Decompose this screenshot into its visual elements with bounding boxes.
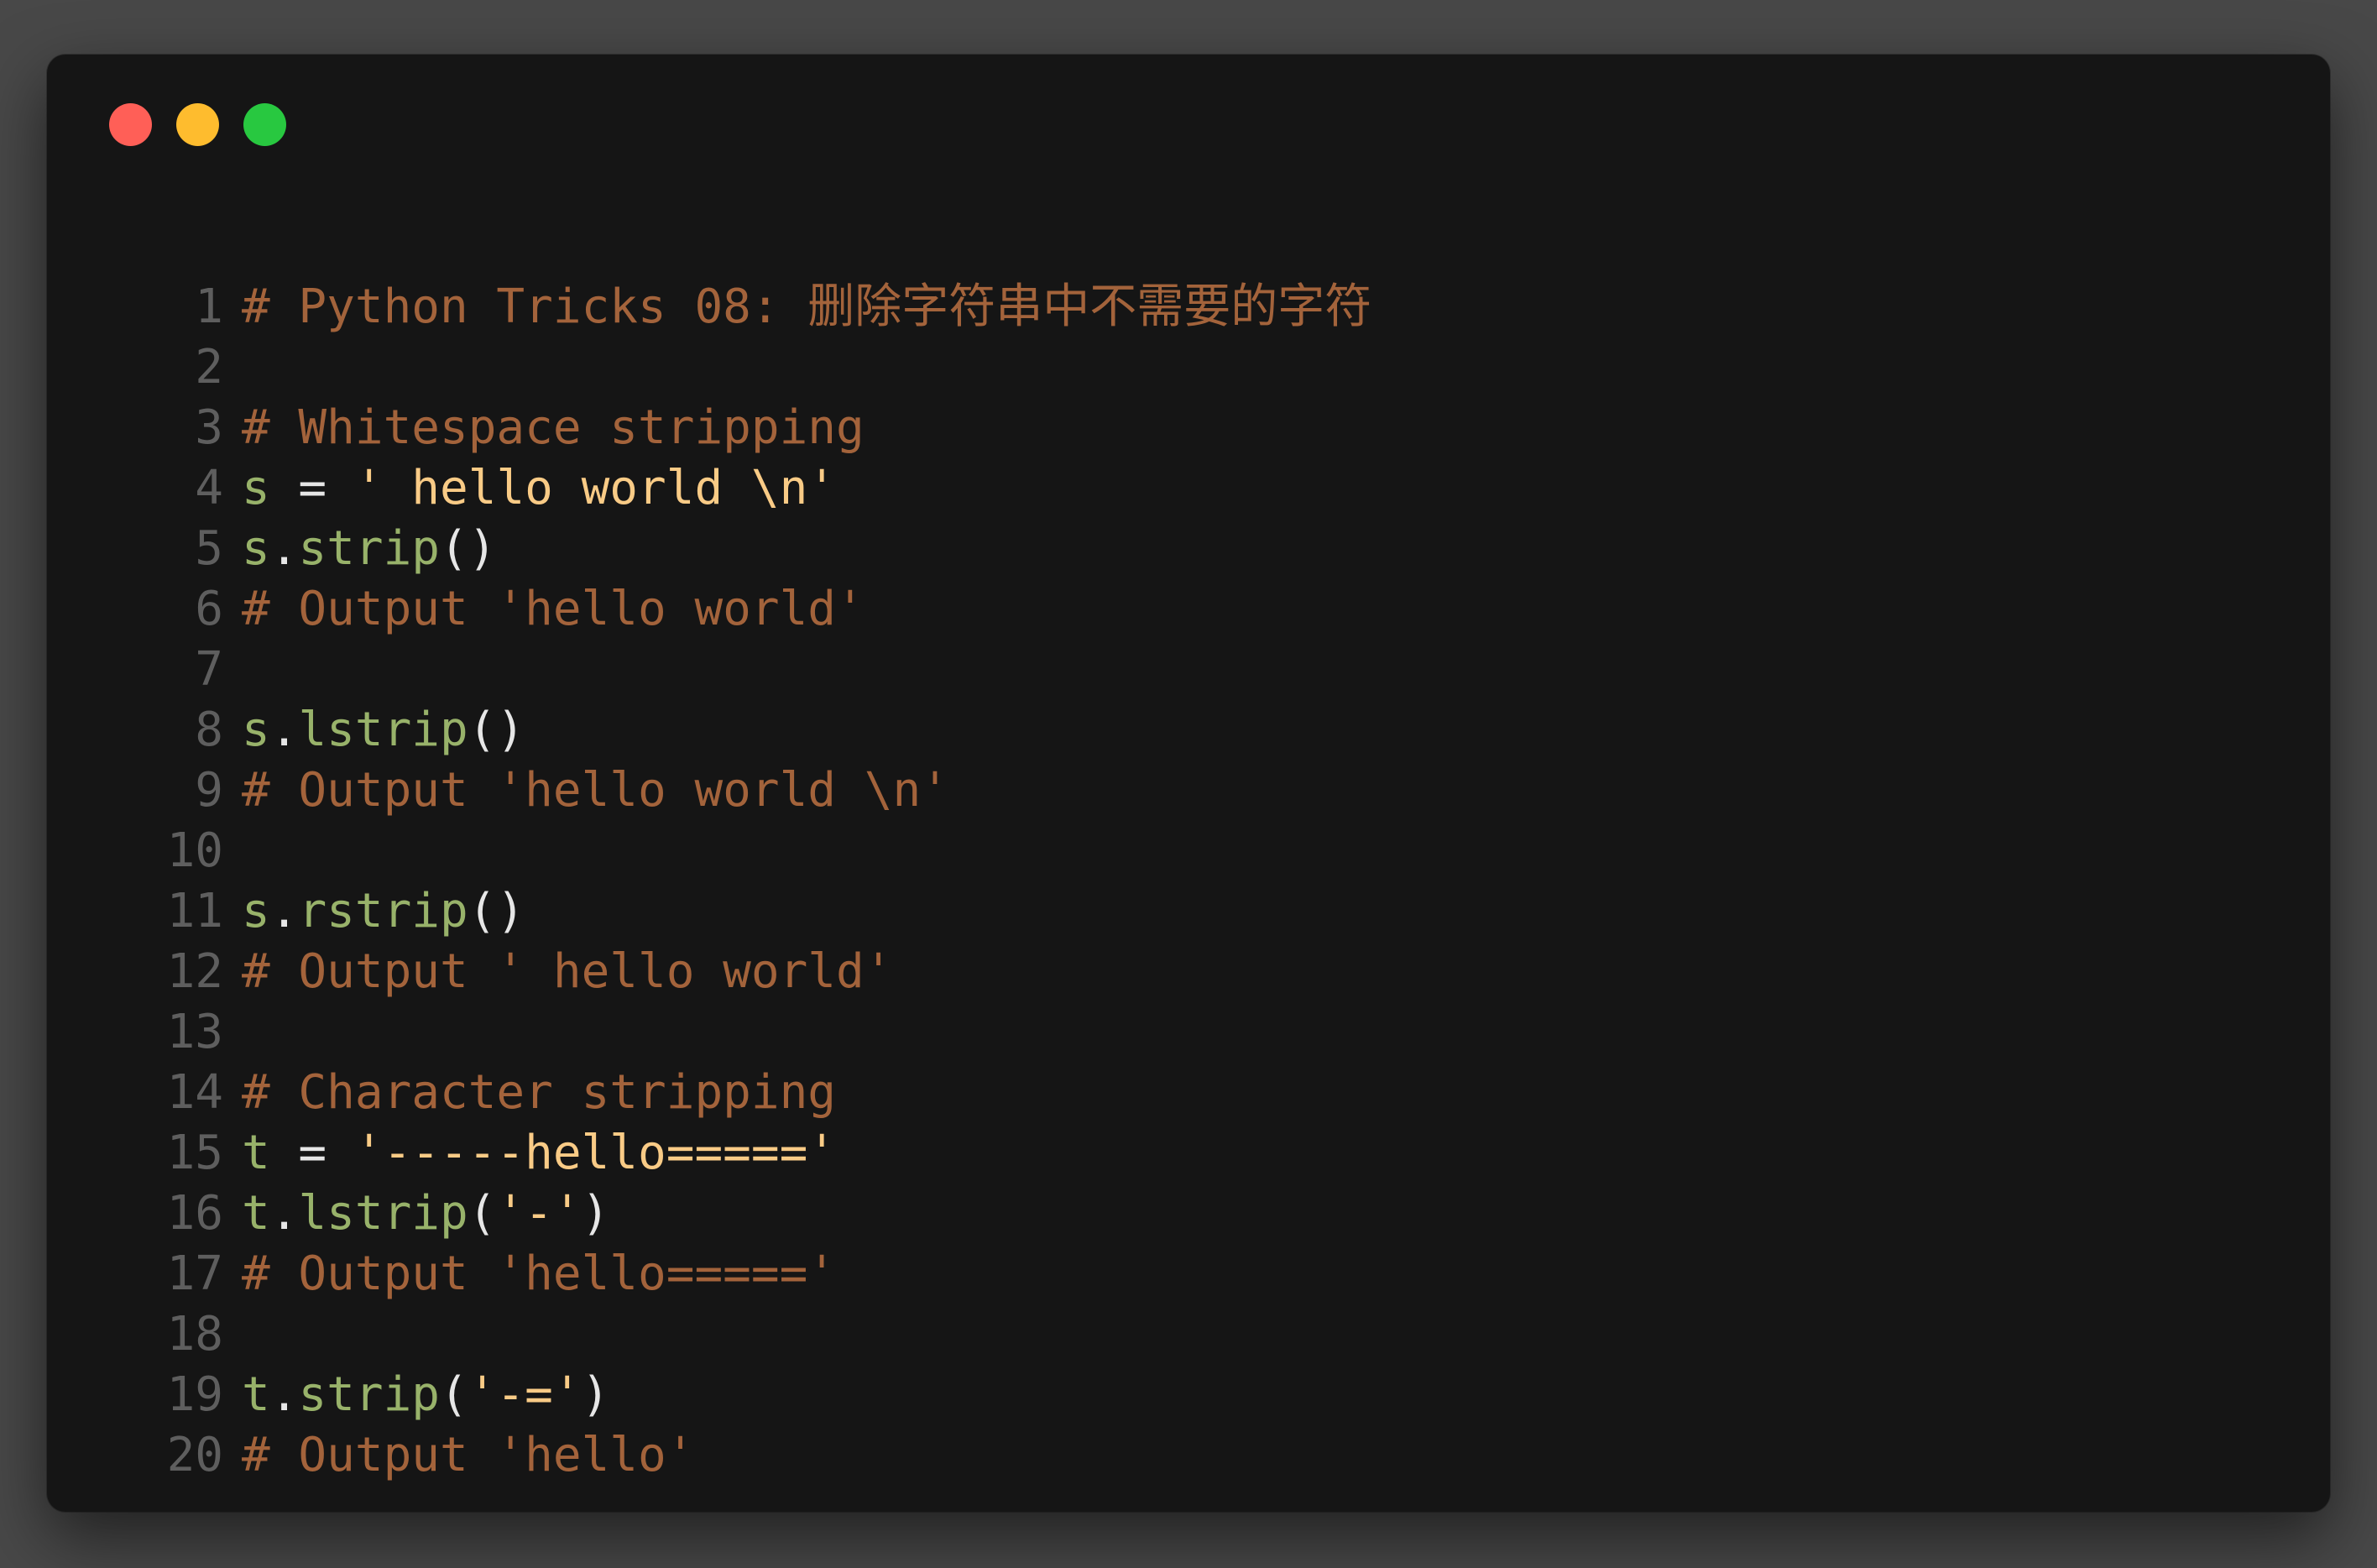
maximize-button[interactable] xyxy=(243,103,286,146)
line-content: # Output ' hello world' xyxy=(242,942,892,1002)
code-token-str: '-----hello=====' xyxy=(354,1126,837,1180)
code-token-punc: . xyxy=(269,1186,299,1241)
code-line: 14 # Character stripping xyxy=(114,1063,1371,1123)
code-token-op: = xyxy=(269,461,355,515)
code-token-str: ' hello world \n' xyxy=(354,461,837,515)
code-line: 1 # Python Tricks 08: 删除字符串中不需要的字符 xyxy=(114,277,1371,337)
code-token-fn: strip xyxy=(298,521,441,576)
line-content: s.strip() xyxy=(242,519,496,579)
code-token-var: t xyxy=(242,1186,270,1241)
code-line: 19 t.strip('-=') xyxy=(114,1365,1371,1425)
code-line: 2 xyxy=(114,337,1371,398)
line-number: 11 xyxy=(166,884,223,938)
code-editor: 1 # Python Tricks 08: 删除字符串中不需要的字符 2 3 # Whi… xyxy=(114,277,1372,1486)
code-line: 15 t = '-----hello=====' xyxy=(114,1123,1371,1184)
line-content: # Output 'hello world' xyxy=(242,579,865,640)
code-token-punc: () xyxy=(440,521,497,576)
code-token-punc: ) xyxy=(581,1186,610,1241)
code-token-var: s xyxy=(242,521,270,576)
code-token-comment: # Character stripping xyxy=(242,1065,837,1120)
line-number: 13 xyxy=(166,1005,223,1059)
line-number: 18 xyxy=(166,1307,223,1362)
line-number: 2 xyxy=(195,340,223,395)
minimize-button[interactable] xyxy=(176,103,219,146)
code-line: 18 xyxy=(114,1304,1371,1365)
line-content: # Output 'hello' xyxy=(242,1425,694,1486)
line-number: 9 xyxy=(195,763,223,818)
code-token-comment: # Output 'hello world \n' xyxy=(242,763,949,818)
code-token-str: '-=' xyxy=(468,1367,582,1422)
code-line: 4s = ' hello world \n' xyxy=(114,458,1371,519)
code-token-var: s xyxy=(242,703,270,757)
line-content: # Output 'hello=====' xyxy=(242,1244,836,1304)
line-number: 14 xyxy=(166,1065,223,1120)
code-line: 9 # Output 'hello world \n' xyxy=(114,760,1371,821)
line-number: 19 xyxy=(166,1367,223,1422)
code-token-punc: . xyxy=(269,1367,299,1422)
code-token-punc: ( xyxy=(440,1367,468,1422)
code-token-fn: lstrip xyxy=(298,1186,468,1241)
code-token-op: = xyxy=(269,1126,355,1180)
line-content: # Character stripping xyxy=(242,1063,836,1123)
code-token-comment: # Whitespace stripping xyxy=(242,400,865,455)
code-token-punc: () xyxy=(468,703,525,757)
code-line: 7 xyxy=(114,640,1371,700)
code-token-var: s xyxy=(242,884,270,938)
code-line: 12 # Output ' hello world' xyxy=(114,942,1371,1002)
line-number: 4 xyxy=(195,461,223,515)
code-token-punc: . xyxy=(269,703,299,757)
code-line: 11 s.rstrip() xyxy=(114,881,1371,942)
code-token-fn: rstrip xyxy=(298,884,468,938)
line-content: s.lstrip() xyxy=(242,700,525,760)
code-line: 8 s.lstrip() xyxy=(114,700,1371,760)
line-number: 12 xyxy=(166,944,223,999)
window-controls xyxy=(109,103,286,146)
code-token-punc: . xyxy=(269,521,299,576)
code-token-comment: # Python Tricks 08: 删除字符串中不需要的字符 xyxy=(242,280,1372,334)
code-token-fn: lstrip xyxy=(298,703,468,757)
code-token-punc: . xyxy=(269,884,299,938)
line-content: # Python Tricks 08: 删除字符串中不需要的字符 xyxy=(242,277,1371,337)
code-line: 13 xyxy=(114,1002,1371,1063)
line-number: 3 xyxy=(195,400,223,455)
code-token-str: '-' xyxy=(496,1186,582,1241)
line-number: 7 xyxy=(195,642,223,697)
code-window: 1 # Python Tricks 08: 删除字符串中不需要的字符 2 3 # Whi… xyxy=(47,55,2330,1512)
code-token-comment: # Output 'hello world' xyxy=(242,582,865,636)
code-line: 5 s.strip() xyxy=(114,519,1371,579)
line-content: t.strip('-=') xyxy=(242,1365,609,1425)
code-token-punc: () xyxy=(468,884,525,938)
line-number: 16 xyxy=(166,1186,223,1241)
code-line: 17 # Output 'hello=====' xyxy=(114,1244,1371,1304)
code-token-comment: # Output 'hello=====' xyxy=(242,1247,837,1301)
line-content: # Whitespace stripping xyxy=(242,398,865,458)
code-token-comment: # Output 'hello' xyxy=(242,1428,695,1482)
line-content: s.rstrip() xyxy=(242,881,525,942)
line-number: 8 xyxy=(195,703,223,757)
line-content: t.lstrip('-') xyxy=(242,1184,609,1244)
code-line: 16 t.lstrip('-') xyxy=(114,1184,1371,1244)
code-line: 6 # Output 'hello world' xyxy=(114,579,1371,640)
line-content: # Output 'hello world \n' xyxy=(242,760,949,821)
code-line: 20 # Output 'hello' xyxy=(114,1425,1371,1486)
line-number: 6 xyxy=(195,582,223,636)
line-content: t = '-----hello=====' xyxy=(242,1123,836,1184)
line-number: 5 xyxy=(195,521,223,576)
line-number: 17 xyxy=(166,1247,223,1301)
line-number: 20 xyxy=(166,1428,223,1482)
code-token-var: t xyxy=(242,1367,270,1422)
code-token-punc: ) xyxy=(581,1367,610,1422)
line-content: s = ' hello world \n' xyxy=(242,458,836,519)
code-token-var: t xyxy=(242,1126,270,1180)
code-token-comment: # Output ' hello world' xyxy=(242,944,893,999)
code-token-var: s xyxy=(242,461,270,515)
code-token-punc: ( xyxy=(468,1186,497,1241)
code-line: 3 # Whitespace stripping xyxy=(114,398,1371,458)
code-line: 10 xyxy=(114,821,1371,881)
close-button[interactable] xyxy=(109,103,152,146)
code-token-fn: strip xyxy=(298,1367,441,1422)
line-number: 15 xyxy=(166,1126,223,1180)
line-number: 1 xyxy=(195,280,223,334)
line-number: 10 xyxy=(166,823,223,878)
